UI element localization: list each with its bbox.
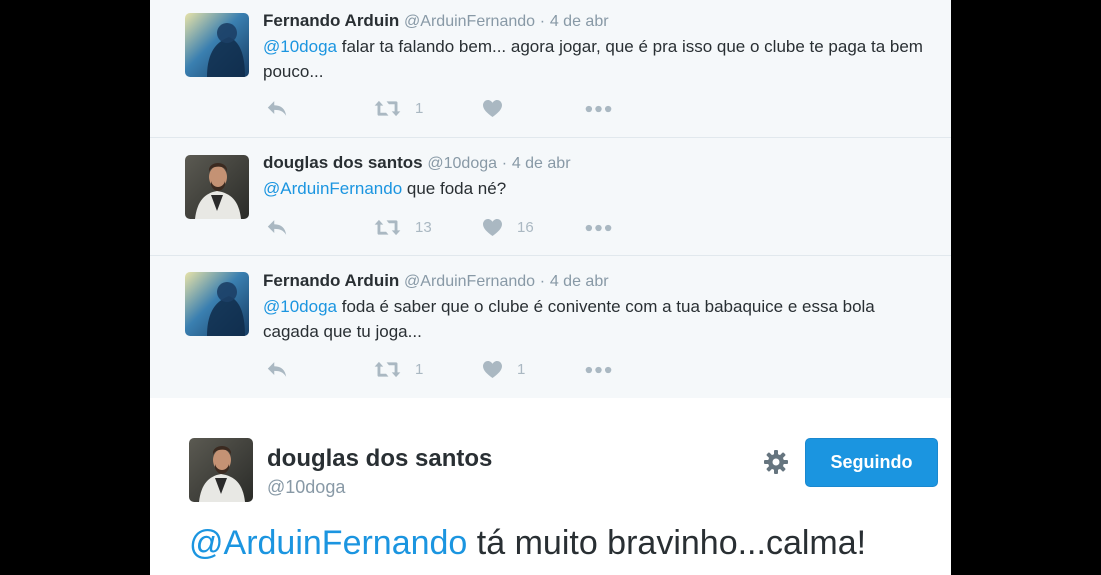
display-name[interactable]: Fernando Arduin <box>263 271 399 290</box>
reply-button[interactable] <box>266 99 288 118</box>
retweet-icon <box>374 99 401 118</box>
retweet-button[interactable]: 1 <box>374 360 423 379</box>
username[interactable]: @ArduinFernando <box>404 273 535 290</box>
like-button[interactable] <box>482 99 517 118</box>
retweet-icon <box>374 360 401 379</box>
tweet-text: @10doga falar ta falando bem... agora jo… <box>263 34 923 84</box>
tweet-header: Fernando Arduin @ArduinFernando · 4 de a… <box>263 271 609 291</box>
tweet-text-content: falar ta falando bem... agora jogar, que… <box>263 37 923 81</box>
mention-link[interactable]: @ArduinFernando <box>263 179 402 198</box>
username[interactable]: @10doga <box>427 155 497 172</box>
separator: · <box>539 13 546 30</box>
tweet-header: Fernando Arduin @ArduinFernando · 4 de a… <box>263 11 609 31</box>
like-count: 16 <box>517 219 534 236</box>
separator: · <box>539 273 546 290</box>
reply-icon <box>266 360 288 379</box>
avatar[interactable] <box>185 272 249 336</box>
separator: · <box>501 155 508 172</box>
more-button[interactable] <box>585 366 612 374</box>
more-icon <box>585 366 612 374</box>
tweet[interactable]: Fernando Arduin @ArduinFernando · 4 de a… <box>150 256 951 398</box>
timeline-panel: Fernando Arduin @ArduinFernando · 4 de a… <box>150 0 951 575</box>
like-button[interactable]: 1 <box>482 360 525 379</box>
reply-icon <box>266 99 288 118</box>
more-icon <box>585 105 612 113</box>
tweet-text: @10doga foda é saber que o clube é coniv… <box>263 294 923 344</box>
heart-icon <box>482 360 503 379</box>
avatar[interactable] <box>189 438 253 502</box>
more-button[interactable] <box>585 105 612 113</box>
reply-icon <box>266 218 288 237</box>
tweet-actions: 13 16 <box>263 218 683 242</box>
tweet-actions: 1 1 <box>263 360 683 384</box>
avatar[interactable] <box>185 155 249 219</box>
tweet-text: @ArduinFernando que foda né? <box>263 176 923 201</box>
retweet-count: 1 <box>415 100 424 117</box>
like-button[interactable]: 16 <box>482 218 534 237</box>
settings-button[interactable] <box>763 449 789 475</box>
gear-icon <box>764 450 788 474</box>
more-icon <box>585 224 612 232</box>
mention-link[interactable]: @10doga <box>263 37 337 56</box>
tweet[interactable]: douglas dos santos @10doga · 4 de abr @A… <box>150 138 951 256</box>
tweet-actions: 1 <box>263 99 683 123</box>
heart-icon <box>482 99 503 118</box>
reply-button[interactable] <box>266 360 288 379</box>
avatar[interactable] <box>185 13 249 77</box>
timestamp[interactable]: 4 de abr <box>512 155 571 172</box>
tweet-text-content: que foda né? <box>402 179 507 198</box>
username[interactable]: @ArduinFernando <box>404 13 535 30</box>
timestamp[interactable]: 4 de abr <box>550 273 609 290</box>
reply-button[interactable] <box>266 218 288 237</box>
tweet-text: @ArduinFernando tá muito bravinho...calm… <box>189 524 866 563</box>
tweet-text-content: tá muito bravinho...calma! <box>467 524 867 562</box>
retweet-count: 13 <box>415 219 432 236</box>
like-count: 1 <box>517 361 526 378</box>
retweet-button[interactable]: 13 <box>374 218 432 237</box>
heart-icon <box>482 218 503 237</box>
mention-link[interactable]: @ArduinFernando <box>189 524 467 562</box>
following-button[interactable]: Seguindo <box>805 438 938 487</box>
retweet-icon <box>374 218 401 237</box>
tweet-text-content: foda é saber que o clube é conivente com… <box>263 297 875 341</box>
more-button[interactable] <box>585 224 612 232</box>
display-name[interactable]: douglas dos santos <box>267 445 492 473</box>
retweet-button[interactable]: 1 <box>374 99 423 118</box>
username[interactable]: @10doga <box>267 477 345 498</box>
display-name[interactable]: Fernando Arduin <box>263 11 399 30</box>
display-name[interactable]: douglas dos santos <box>263 153 423 172</box>
timestamp[interactable]: 4 de abr <box>550 13 609 30</box>
mention-link[interactable]: @10doga <box>263 297 337 316</box>
tweet[interactable]: Fernando Arduin @ArduinFernando · 4 de a… <box>150 0 951 138</box>
tweet-header: douglas dos santos @10doga · 4 de abr <box>263 153 571 173</box>
retweet-count: 1 <box>415 361 424 378</box>
main-tweet[interactable]: douglas dos santos @10doga Seguindo @Ard… <box>150 398 951 575</box>
